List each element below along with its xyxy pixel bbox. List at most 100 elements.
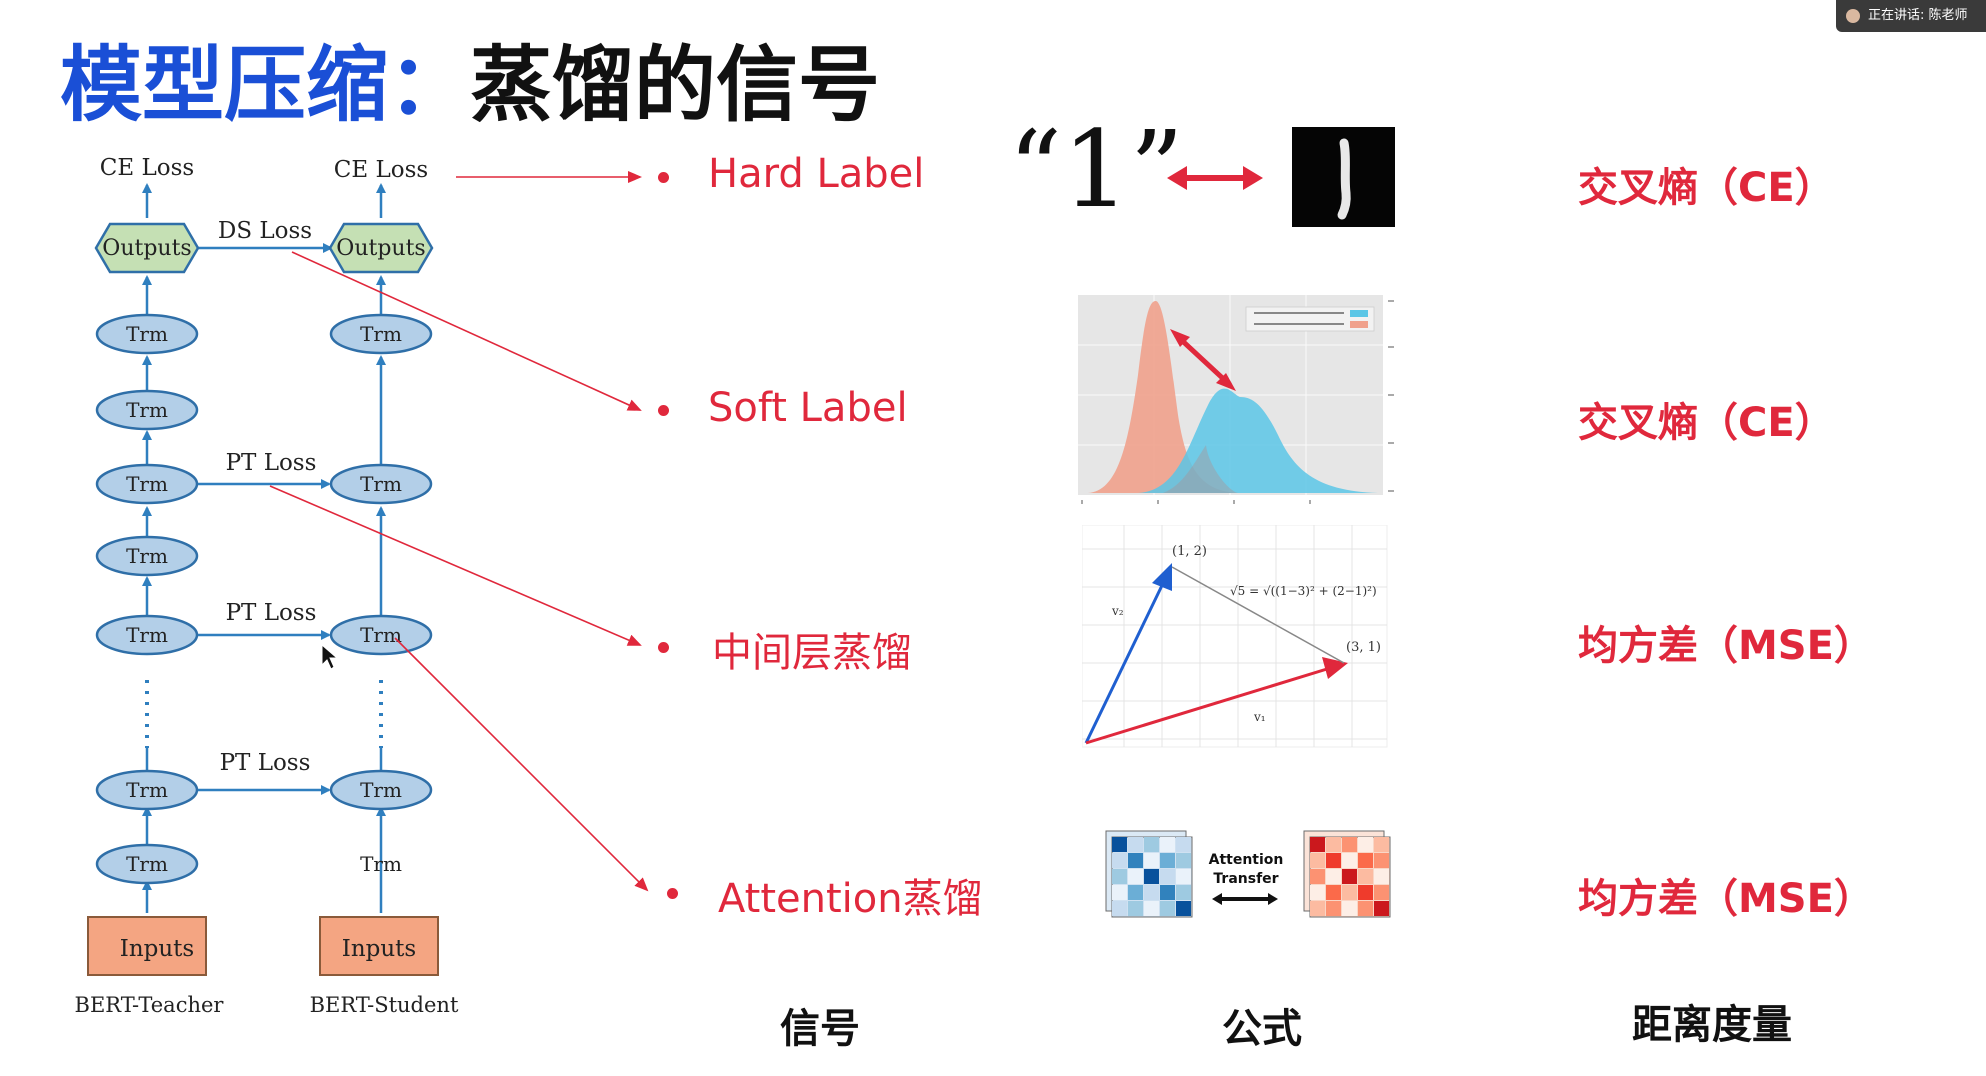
pt-loss-label-1: PT Loss	[226, 450, 317, 476]
pt-loss-label-3: PT Loss	[220, 750, 311, 776]
hard-label-symbol: “1”	[1008, 108, 1184, 231]
attention-cell	[1310, 837, 1325, 852]
trm-label: Trm	[360, 623, 402, 647]
attention-transfer-line2: Transfer	[1213, 871, 1278, 887]
teacher-attention-map	[1105, 830, 1193, 918]
trm-label: Trm	[126, 398, 168, 422]
attention-cell	[1128, 869, 1143, 884]
attention-cell	[1144, 853, 1159, 868]
signal-connectors	[269, 171, 649, 892]
point-b-label: (3, 1)	[1346, 640, 1381, 655]
attention-cell	[1374, 869, 1389, 884]
teacher-inputs-label: Inputs	[120, 936, 194, 962]
attention-cell	[1358, 901, 1373, 916]
trm-label: Trm	[360, 852, 402, 876]
attention-cell	[1176, 901, 1191, 916]
attention-cell	[1326, 837, 1341, 852]
attention-cell	[1358, 885, 1373, 900]
attention-cell	[1128, 901, 1143, 916]
attention-cell	[1176, 885, 1191, 900]
attention-cell	[1112, 885, 1127, 900]
trm-label: Trm	[126, 623, 168, 647]
signal-bullet	[667, 888, 678, 899]
attention-cell	[1310, 885, 1325, 900]
attention-cell	[1144, 837, 1159, 852]
attention-cell	[1358, 869, 1373, 884]
signal-hard-label: Hard Label	[708, 151, 925, 197]
metric-attention: 均方差（MSE）	[1578, 876, 1874, 922]
attention-cell	[1112, 853, 1127, 868]
attention-cell	[1128, 837, 1143, 852]
signal-intermediate-layer: 中间层蒸馏	[712, 630, 912, 676]
attention-cell	[1112, 869, 1127, 884]
signal-bullet	[658, 405, 669, 416]
attention-cell	[1342, 853, 1357, 868]
attention-cell	[1160, 885, 1175, 900]
attention-cell	[1310, 901, 1325, 916]
attention-cell	[1160, 853, 1175, 868]
attention-cell	[1342, 837, 1357, 852]
signal-bullet	[658, 642, 669, 653]
attention-cell	[1374, 853, 1389, 868]
attention-transfer-line1: Attention	[1209, 852, 1284, 868]
vector-v2-label: v₂	[1111, 604, 1124, 618]
attention-transfer-graphic: Attention Transfer	[1105, 830, 1391, 918]
mnist-digit-one-image	[1292, 127, 1395, 227]
attention-cell	[1112, 837, 1127, 852]
trm-label: Trm	[126, 852, 168, 876]
trm-label: Trm	[360, 778, 402, 802]
pt-loss-label-2: PT Loss	[226, 600, 317, 626]
attention-cell	[1326, 901, 1341, 916]
attention-cell	[1374, 837, 1389, 852]
layer-ellipsis	[145, 680, 383, 748]
vector-distance-plot: (1, 2) (3, 1) √5 = √((1−3)² + (2−1)²) v₂…	[1082, 525, 1388, 748]
attention-cell	[1160, 869, 1175, 884]
trm-label: Trm	[360, 472, 402, 496]
trm-label: Trm	[126, 322, 168, 346]
metric-intermediate: 均方差（MSE）	[1578, 623, 1874, 669]
attention-cell	[1310, 853, 1325, 868]
attention-cell	[1144, 901, 1159, 916]
attention-cell	[1160, 901, 1175, 916]
attention-cell	[1342, 885, 1357, 900]
attention-cell	[1144, 869, 1159, 884]
attention-cell	[1358, 837, 1373, 852]
column-header-signal: 信号	[780, 1006, 860, 1052]
soft-label-distribution-plot	[1078, 295, 1394, 504]
distance-formula: √5 = √((1−3)² + (2−1)²)	[1230, 584, 1377, 598]
attention-cell	[1342, 869, 1357, 884]
attention-cell	[1326, 869, 1341, 884]
attention-cell	[1144, 885, 1159, 900]
teacher-ce-loss-label: CE Loss	[100, 155, 194, 181]
attention-cell	[1112, 901, 1127, 916]
signal-bullet	[658, 172, 669, 183]
student-ce-loss-label: CE Loss	[334, 157, 428, 183]
trm-label: Trm	[126, 544, 168, 568]
point-a-label: (1, 2)	[1172, 544, 1207, 559]
attention-cell	[1128, 885, 1143, 900]
ds-loss-label: DS Loss	[218, 218, 312, 244]
attention-cell	[1310, 869, 1325, 884]
column-header-formula: 公式	[1222, 1006, 1302, 1052]
attention-cell	[1326, 885, 1341, 900]
metric-soft-label: 交叉熵（CE）	[1578, 400, 1835, 446]
attention-cell	[1128, 853, 1143, 868]
trm-label: Trm	[360, 322, 402, 346]
transfer-arrow-icon	[1212, 893, 1278, 905]
attention-cell	[1374, 901, 1389, 916]
trm-label: Trm	[126, 472, 168, 496]
vector-v1-label: v₁	[1253, 710, 1266, 724]
attention-cell	[1176, 837, 1191, 852]
column-header-metric: 距离度量	[1632, 1002, 1792, 1048]
metric-hard-label: 交叉熵（CE）	[1578, 165, 1835, 211]
student-attention-map	[1303, 830, 1391, 918]
attention-cell	[1176, 853, 1191, 868]
attention-cell	[1374, 885, 1389, 900]
attention-cell	[1176, 869, 1191, 884]
loss-links	[189, 243, 333, 795]
signal-soft-label: Soft Label	[708, 385, 908, 431]
student-inputs-label: Inputs	[342, 936, 416, 962]
attention-cell	[1326, 853, 1341, 868]
attention-cell	[1358, 853, 1373, 868]
attention-cell	[1160, 837, 1175, 852]
